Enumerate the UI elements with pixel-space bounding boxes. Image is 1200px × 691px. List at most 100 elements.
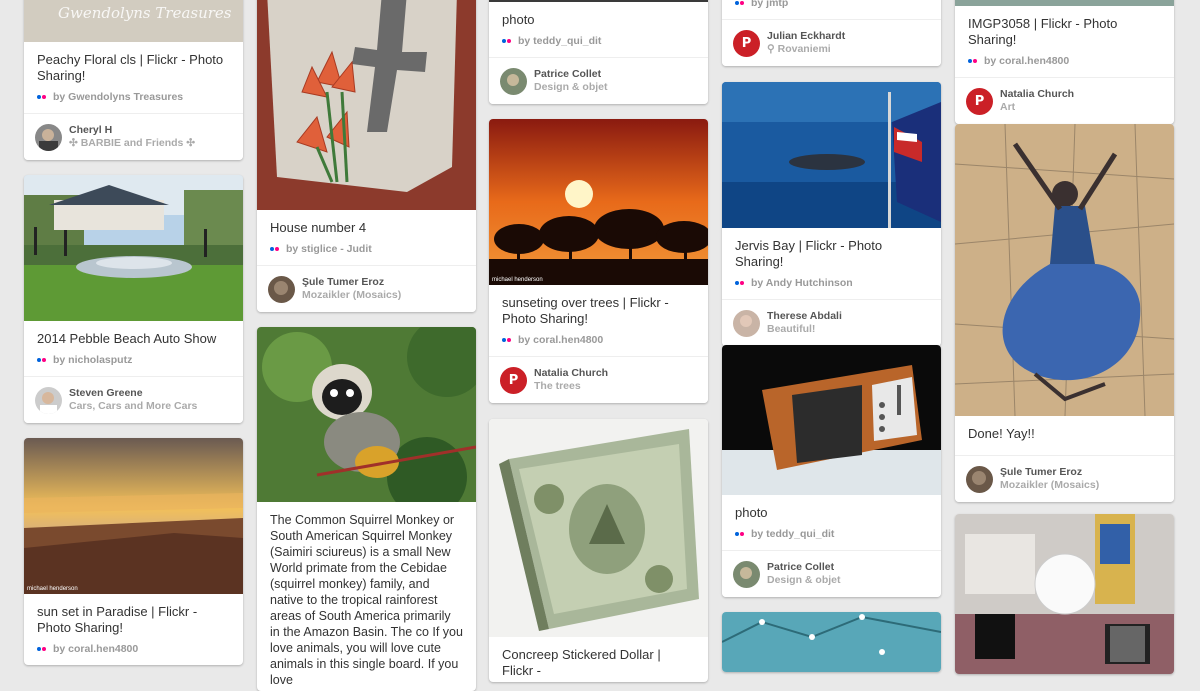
image-watermark: michael henderson	[27, 586, 78, 592]
pin-card[interactable]	[955, 514, 1174, 674]
board-name[interactable]: Design & objet	[767, 574, 841, 587]
pin-title: IMGP3058 | Flickr - Photo Sharing!	[968, 16, 1118, 47]
board-name[interactable]: ⚲ Rovaniemi	[767, 43, 845, 56]
avatar[interactable]: P	[500, 366, 527, 394]
pin-credit[interactable]: by Andy Hutchinson	[722, 273, 941, 299]
pin-title: 2014 Pebble Beach Auto Show	[37, 331, 217, 346]
avatar[interactable]	[733, 309, 760, 337]
pinner-attribution[interactable]: Patrice Collet Design & objet	[489, 57, 708, 104]
pinner-name[interactable]: Patrice Collet	[767, 561, 841, 574]
flickr-icon	[968, 57, 979, 65]
board-name[interactable]: Mozaikler (Mosaics)	[1000, 479, 1099, 492]
pin-credit[interactable]: by coral.hen4800	[24, 639, 243, 665]
pin-card[interactable]: michael henderson sunseting over trees |…	[489, 119, 708, 403]
pinner-attribution[interactable]: Steven Greene Cars, Cars and More Cars	[24, 376, 243, 423]
pinner-attribution[interactable]: Şule Tumer Eroz Mozaikler (Mosaics)	[257, 265, 476, 312]
pin-image[interactable]: michael henderson	[489, 119, 708, 285]
avatar[interactable]	[500, 67, 527, 95]
avatar[interactable]	[35, 123, 62, 151]
pin-image[interactable]: Gwendolyns Treasures	[24, 0, 243, 42]
pin-card[interactable]: Concreep Stickered Dollar | Flickr -	[489, 419, 708, 682]
avatar[interactable]	[733, 560, 760, 588]
pin-description: The Common Squirrel Monkey or South Amer…	[270, 513, 463, 687]
pin-credit[interactable]: by coral.hen4800	[489, 330, 708, 356]
pin-credit[interactable]: by teddy_qui_dit	[722, 524, 941, 550]
pin-credit[interactable]: by Gwendolyns Treasures	[24, 87, 243, 113]
board-name[interactable]: Art	[1000, 101, 1074, 114]
flickr-icon	[502, 37, 513, 45]
pin-credit[interactable]: by nicholasputz	[24, 350, 243, 376]
pinner-name[interactable]: Therese Abdali	[767, 310, 842, 323]
avatar[interactable]	[966, 465, 993, 493]
pin-image[interactable]	[955, 0, 1174, 6]
pinner-attribution[interactable]: Patrice Collet Design & objet	[722, 550, 941, 597]
pin-credit[interactable]: by stiglice - Judit	[257, 239, 476, 265]
board-name[interactable]: ✣ BARBIE and Friends ✣	[69, 137, 195, 150]
pin-card[interactable]: 2014 Pebble Beach Auto Show by nicholasp…	[24, 175, 243, 423]
pin-title: Jervis Bay | Flickr - Photo Sharing!	[735, 238, 883, 269]
avatar[interactable]: P	[733, 29, 760, 57]
board-name[interactable]: Mozaikler (Mosaics)	[302, 289, 401, 302]
pin-card[interactable]: House number 4 by stiglice - Judit Şule …	[257, 0, 476, 312]
flickr-icon	[502, 336, 513, 344]
pinner-name[interactable]: Steven Greene	[69, 387, 197, 400]
pinner-attribution[interactable]: Therese Abdali Beautiful!	[722, 299, 941, 346]
board-name[interactable]: The trees	[534, 380, 608, 393]
pinner-name[interactable]: Julian Eckhardt	[767, 30, 845, 43]
pin-image[interactable]	[955, 124, 1174, 416]
avatar[interactable]	[268, 275, 295, 303]
pin-card[interactable]: michael henderson sun set in Paradise | …	[24, 438, 243, 665]
pin-image[interactable]	[257, 0, 476, 210]
pinner-name[interactable]: Patrice Collet	[534, 68, 608, 81]
board-name[interactable]: Cars, Cars and More Cars	[69, 400, 197, 413]
avatar[interactable]	[35, 386, 62, 414]
flickr-icon	[37, 645, 48, 653]
pinner-name[interactable]: Şule Tumer Eroz	[1000, 466, 1099, 479]
pin-card[interactable]: by jmtp P Julian Eckhardt ⚲ Rovaniemi	[722, 0, 941, 66]
pinner-attribution[interactable]: P Julian Eckhardt ⚲ Rovaniemi	[722, 19, 941, 66]
pinner-attribution[interactable]: Şule Tumer Eroz Mozaikler (Mosaics)	[955, 455, 1174, 502]
pin-card[interactable]: IMGP3058 | Flickr - Photo Sharing! by co…	[955, 0, 1174, 124]
pin-card[interactable]	[722, 612, 941, 672]
pin-card[interactable]: Gwendolyns Treasures Peachy Floral cls |…	[24, 0, 243, 160]
flickr-icon	[37, 93, 48, 101]
pin-credit[interactable]: by jmtp	[722, 0, 941, 19]
pinterest-logo-icon: P	[741, 35, 752, 51]
pin-credit[interactable]: by teddy_qui_dit	[489, 31, 708, 57]
flickr-icon	[37, 356, 48, 364]
pin-credit[interactable]: by coral.hen4800	[955, 51, 1174, 77]
pin-card[interactable]: Done! Yay!! Şule Tumer Eroz Mozaikler (Mo…	[955, 124, 1174, 502]
pin-image[interactable]	[489, 419, 708, 637]
pinner-attribution[interactable]: Cheryl H ✣ BARBIE and Friends ✣	[24, 113, 243, 160]
pin-image[interactable]: michael henderson	[24, 438, 243, 594]
pin-title: Peachy Floral cls | Flickr - Photo Shari…	[37, 52, 224, 83]
board-name[interactable]: Design & objet	[534, 81, 608, 94]
pin-image[interactable]	[722, 612, 941, 672]
pinner-name[interactable]: Şule Tumer Eroz	[302, 276, 401, 289]
pinner-name[interactable]: Natalia Church	[534, 367, 608, 380]
pin-card[interactable]: photo by teddy_qui_dit Patrice Collet Des…	[489, 0, 708, 104]
pin-card[interactable]: photo by teddy_qui_dit Patrice Collet Des…	[722, 345, 941, 597]
pin-card[interactable]: Jervis Bay | Flickr - Photo Sharing! by …	[722, 82, 941, 346]
avatar[interactable]: P	[966, 87, 993, 115]
pin-image[interactable]	[257, 327, 476, 502]
pinner-attribution[interactable]: P Natalia Church The trees	[489, 356, 708, 403]
flickr-icon	[735, 0, 746, 7]
pin-title: sunseting over trees | Flickr - Photo Sh…	[502, 295, 669, 326]
pin-title: photo	[502, 12, 535, 27]
pin-title: House number 4	[270, 220, 367, 235]
pin-image[interactable]	[722, 345, 941, 495]
board-name[interactable]: Beautiful!	[767, 323, 842, 336]
pin-image[interactable]	[24, 175, 243, 321]
pinterest-logo-icon: P	[974, 93, 985, 109]
pin-image[interactable]	[489, 0, 708, 2]
pin-card[interactable]: The Common Squirrel Monkey or South Amer…	[257, 327, 476, 691]
pin-title: photo	[735, 505, 768, 520]
pin-image[interactable]	[955, 514, 1174, 674]
pin-title: sun set in Paradise | Flickr - Photo Sha…	[37, 604, 198, 635]
location-pin-icon: ⚲	[767, 43, 778, 55]
pinner-attribution[interactable]: P Natalia Church Art	[955, 77, 1174, 124]
pin-image[interactable]	[722, 82, 941, 228]
pinner-name[interactable]: Cheryl H	[69, 124, 195, 137]
pinner-name[interactable]: Natalia Church	[1000, 88, 1074, 101]
